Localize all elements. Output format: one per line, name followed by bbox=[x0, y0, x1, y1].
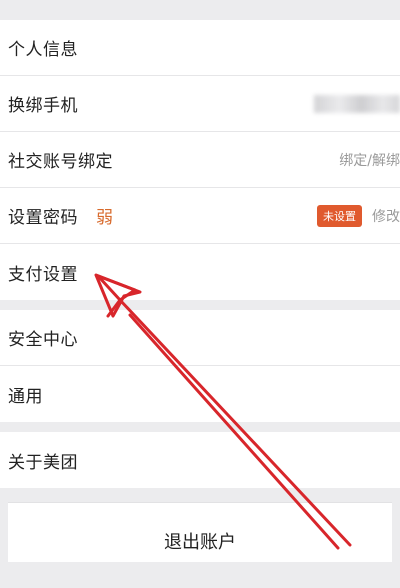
row-general[interactable]: 通用 bbox=[0, 366, 400, 422]
settings-group-about: 关于美团 bbox=[0, 432, 400, 488]
row-change-phone[interactable]: 换绑手机 bbox=[0, 76, 400, 132]
logout-area: 退出账户 bbox=[0, 488, 400, 588]
row-social-binding[interactable]: 社交账号绑定 绑定/解绑 bbox=[0, 132, 400, 188]
password-strength: 弱 bbox=[96, 208, 113, 228]
security-center-label: 安全中心 bbox=[8, 330, 78, 350]
social-binding-value: 绑定/解绑 bbox=[339, 152, 400, 169]
password-status-badge: 未设置 bbox=[317, 204, 362, 227]
row-set-password[interactable]: 设置密码 弱 未设置 修改 bbox=[0, 188, 400, 244]
payment-settings-label: 支付设置 bbox=[8, 264, 78, 285]
logout-label: 退出账户 bbox=[164, 532, 236, 553]
top-gap bbox=[0, 0, 400, 20]
row-security-center[interactable]: 安全中心 bbox=[0, 310, 400, 366]
section-gap bbox=[0, 300, 400, 310]
logout-button[interactable]: 退出账户 bbox=[8, 502, 392, 562]
settings-group-general: 安全中心 通用 bbox=[0, 310, 400, 422]
general-label: 通用 bbox=[8, 386, 43, 407]
blurred-phone-number bbox=[314, 94, 400, 113]
section-gap bbox=[0, 422, 400, 432]
set-password-label: 设置密码 bbox=[8, 208, 78, 228]
personal-info-label: 个人信息 bbox=[8, 40, 78, 60]
password-action: 修改 bbox=[372, 208, 400, 225]
row-personal-info[interactable]: 个人信息 bbox=[0, 20, 400, 76]
row-payment-settings[interactable]: 支付设置 bbox=[0, 244, 400, 300]
settings-group-account: 个人信息 换绑手机 社交账号绑定 绑定/解绑 设置密码 弱 未设置 修改 支付设… bbox=[0, 20, 400, 300]
change-phone-label: 换绑手机 bbox=[8, 96, 78, 116]
about-label: 关于美团 bbox=[8, 452, 78, 473]
row-about[interactable]: 关于美团 bbox=[0, 432, 400, 488]
social-binding-label: 社交账号绑定 bbox=[8, 152, 113, 172]
